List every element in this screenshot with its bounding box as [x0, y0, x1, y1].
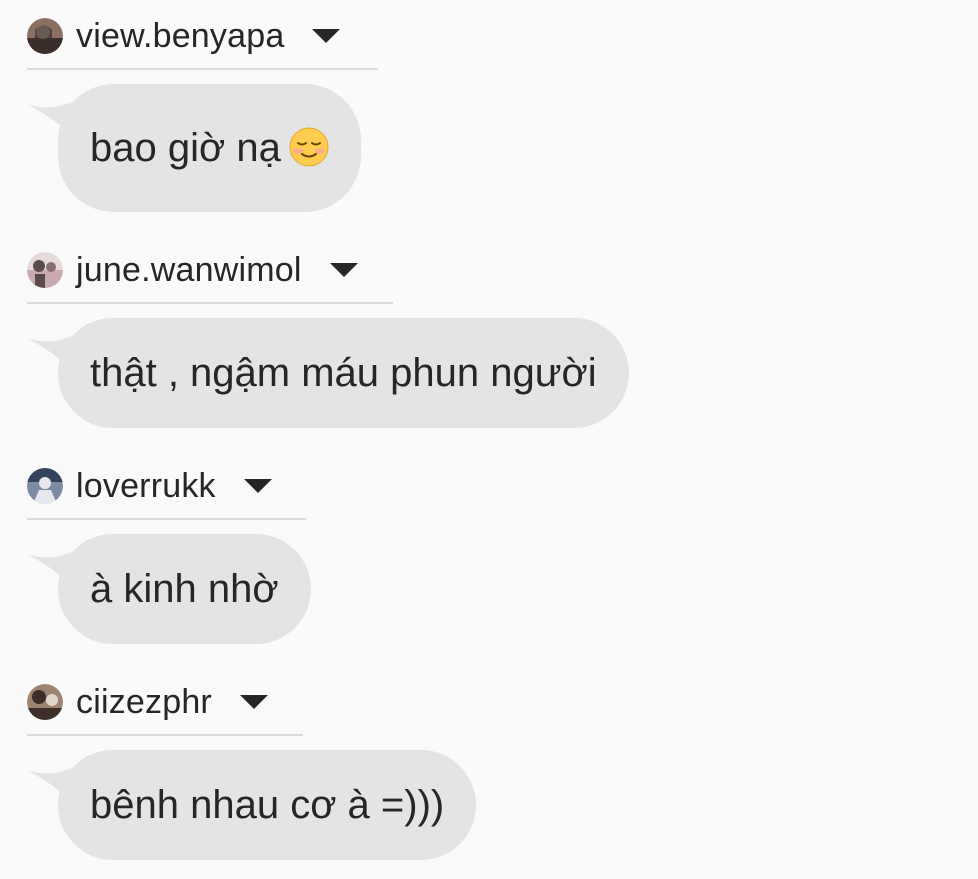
message-bubble-wrap: thật , ngậm máu phun người — [27, 318, 629, 428]
message-text: bao giờ nạ — [90, 126, 281, 170]
message-text: thật , ngậm máu phun người — [90, 351, 597, 395]
avatar[interactable] — [27, 252, 63, 288]
message-text: bênh nhau cơ à =))) — [90, 783, 445, 827]
username[interactable]: view.benyapa — [76, 17, 284, 56]
chevron-down-icon[interactable] — [329, 263, 358, 277]
message-bubble[interactable]: thật , ngậm máu phun người — [58, 318, 629, 428]
chevron-down-icon[interactable] — [243, 479, 272, 493]
comment-thread: view.benyapa bao giờ nạ june.wanwimol th… — [0, 0, 978, 879]
message-group: ciizezphr bênh nhau cơ à =))) — [27, 666, 477, 860]
username[interactable]: loverrukk — [76, 467, 216, 506]
message-group: june.wanwimol thật , ngậm máu phun người — [27, 234, 629, 428]
message-text: à kinh nhờ — [90, 567, 279, 611]
avatar[interactable] — [27, 18, 63, 54]
message-bubble-wrap: bênh nhau cơ à =))) — [27, 750, 477, 860]
sender-row[interactable]: loverrukk — [27, 450, 306, 520]
sender-row[interactable]: view.benyapa — [27, 0, 378, 70]
username[interactable]: june.wanwimol — [76, 251, 302, 290]
sender-row[interactable]: june.wanwimol — [27, 234, 393, 304]
chevron-down-icon[interactable] — [312, 29, 341, 43]
avatar[interactable] — [27, 684, 63, 720]
message-bubble-wrap: à kinh nhờ — [27, 534, 311, 644]
chevron-down-icon[interactable] — [239, 695, 268, 709]
avatar[interactable] — [27, 468, 63, 504]
smiling-face-icon — [289, 90, 329, 167]
message-group: loverrukk à kinh nhờ — [27, 450, 311, 644]
sender-row[interactable]: ciizezphr — [27, 666, 303, 736]
username[interactable]: ciizezphr — [76, 683, 212, 722]
message-bubble-wrap: bao giờ nạ — [27, 84, 378, 212]
message-group: view.benyapa bao giờ nạ — [27, 0, 378, 212]
message-bubble[interactable]: bao giờ nạ — [58, 84, 361, 212]
message-bubble[interactable]: bênh nhau cơ à =))) — [58, 750, 477, 860]
message-bubble[interactable]: à kinh nhờ — [58, 534, 311, 644]
